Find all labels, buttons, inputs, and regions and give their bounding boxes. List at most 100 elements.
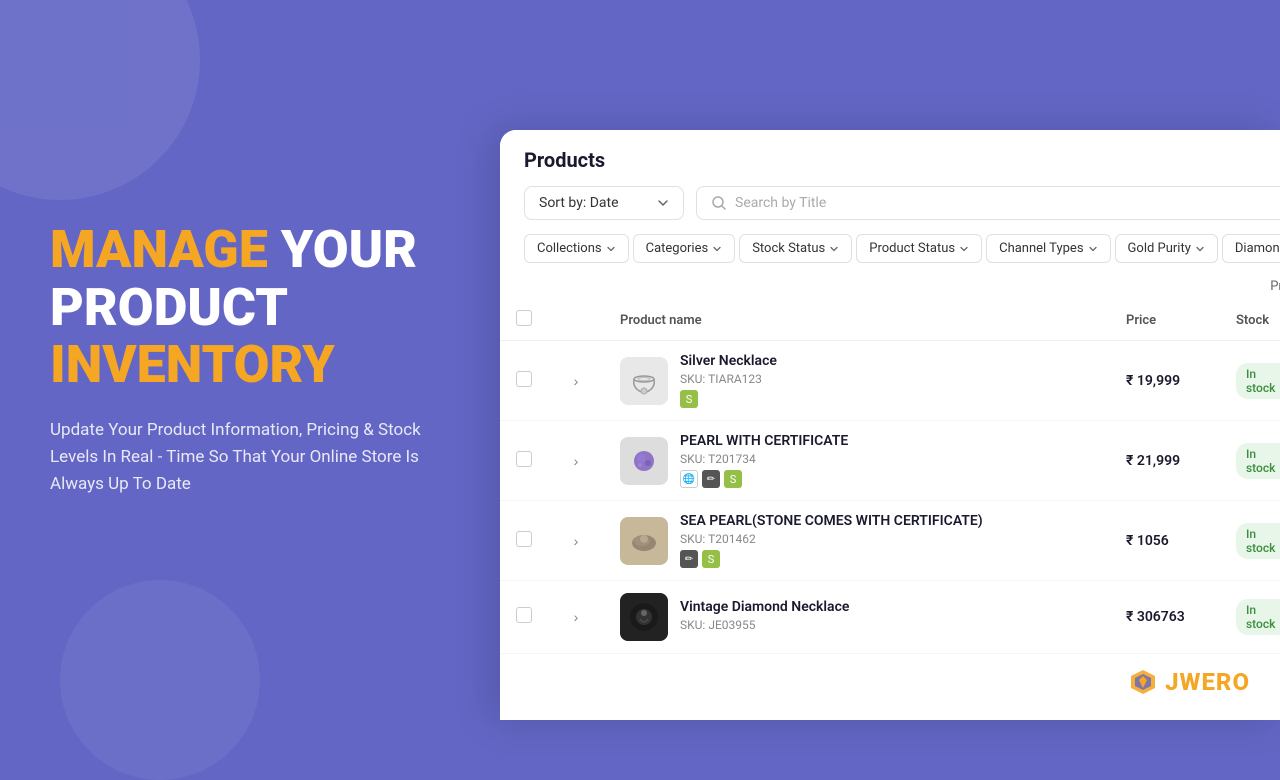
channel-types-label: Channel Types — [999, 241, 1083, 256]
stock-chevron-icon — [829, 244, 839, 254]
row2-globe-badge: 🌐 — [680, 470, 698, 488]
row3-product-info: SEA PEARL(STONE COMES WITH CERTIFICATE) … — [620, 513, 1094, 568]
jwero-j: J — [1165, 668, 1179, 696]
row3-sku: SKU: T201462 — [680, 532, 983, 546]
row1-stock-cell: In stock — [1220, 341, 1280, 421]
search-box[interactable]: Search by Title — [696, 186, 1280, 220]
per-page-row: Products per page — [500, 273, 1280, 300]
sort-label: Sort by: Date — [539, 195, 619, 211]
channel-types-filter[interactable]: Channel Types — [986, 234, 1110, 263]
gold-purity-filter[interactable]: Gold Purity — [1115, 234, 1218, 263]
panel-scroll-area[interactable]: Products Sort by: Date — [500, 130, 1280, 720]
row4-checkbox-cell[interactable] — [500, 581, 548, 654]
row1-checkbox-cell[interactable] — [500, 341, 548, 421]
sort-chevron-icon — [657, 197, 669, 209]
row1-price: ₹ 19,999 — [1126, 373, 1180, 389]
header-product-name: Product name — [604, 300, 1110, 341]
row2-product-cell: PEARL WITH CERTIFICATE SKU: T201734 🌐 ✏ … — [604, 421, 1110, 501]
row3-badges: ✏ S — [680, 550, 983, 568]
header-stock: Stock — [1220, 300, 1280, 341]
stock-status-filter[interactable]: Stock Status — [739, 234, 852, 263]
product-status-label: Product Status — [869, 241, 955, 256]
row2-checkbox[interactable] — [516, 451, 532, 467]
row2-product-details: PEARL WITH CERTIFICATE SKU: T201734 🌐 ✏ … — [680, 433, 848, 488]
categories-label: Categories — [646, 241, 709, 256]
header-price: Price — [1110, 300, 1220, 341]
row3-checkbox[interactable] — [516, 531, 532, 547]
row1-product-info: Silver Necklace SKU: TIARA123 S — [620, 353, 1094, 408]
diamond-purity-filter[interactable]: Diamond Purity — [1222, 234, 1280, 263]
row3-stock-cell: In stock — [1220, 501, 1280, 581]
row3-checkbox-cell[interactable] — [500, 501, 548, 581]
table-row: › — [500, 501, 1280, 581]
hero-manage: MANAGE — [50, 219, 268, 280]
hero-your: YOUR — [268, 219, 417, 280]
row4-expand-cell[interactable]: › — [548, 581, 604, 654]
row4-checkbox[interactable] — [516, 607, 532, 623]
row3-price-cell: ₹ 1056 — [1110, 501, 1220, 581]
categories-chevron-icon — [712, 244, 722, 254]
row3-thumbnail — [620, 517, 668, 565]
table-body: › — [500, 341, 1280, 654]
row2-thumbnail — [620, 437, 668, 485]
row2-sku: SKU: T201734 — [680, 452, 848, 466]
row2-product-name: PEARL WITH CERTIFICATE — [680, 433, 848, 449]
hero-inventory: INVENTORY — [50, 334, 335, 395]
jwero-logo-icon — [1129, 668, 1157, 696]
row3-shopify-badge: S — [702, 550, 720, 568]
row2-product-info: PEARL WITH CERTIFICATE SKU: T201734 🌐 ✏ … — [620, 433, 1094, 488]
product-status-chevron-icon — [959, 244, 969, 254]
row4-product-cell: Vintage Diamond Necklace SKU: JE03955 — [604, 581, 1110, 654]
row2-shopify-badge: S — [724, 470, 742, 488]
panel-title: Products — [524, 148, 1280, 172]
row2-badges: 🌐 ✏ S — [680, 470, 848, 488]
row4-product-info: Vintage Diamond Necklace SKU: JE03955 — [620, 593, 1094, 641]
row2-expand-button[interactable]: › — [564, 449, 588, 473]
row1-badges: S — [680, 390, 777, 408]
row1-expand-cell[interactable]: › — [548, 341, 604, 421]
products-table[interactable]: Product name Price Stock Purity — [500, 300, 1280, 720]
row4-stock-status: In stock — [1236, 599, 1280, 635]
header-checkbox[interactable] — [500, 300, 548, 341]
gold-chevron-icon — [1195, 244, 1205, 254]
channel-chevron-icon — [1088, 244, 1098, 254]
row4-sku: SKU: JE03955 — [680, 618, 849, 632]
row3-product-cell: SEA PEARL(STONE COMES WITH CERTIFICATE) … — [604, 501, 1110, 581]
table-row: › — [500, 341, 1280, 421]
row3-stock-status: In stock — [1236, 523, 1280, 559]
row1-stock-status: In stock — [1236, 363, 1280, 399]
sort-dropdown[interactable]: Sort by: Date — [524, 186, 684, 220]
row2-stock-cell: In stock — [1220, 421, 1280, 501]
row1-shopify-badge: S — [680, 390, 698, 408]
row3-expand-button[interactable]: › — [564, 529, 588, 553]
search-placeholder: Search by Title — [735, 195, 826, 211]
select-all-checkbox[interactable] — [516, 310, 532, 326]
row2-expand-cell[interactable]: › — [548, 421, 604, 501]
search-icon — [711, 195, 727, 211]
hero-product: PRODUCT — [50, 277, 288, 338]
product-name-label: Product name — [620, 313, 702, 328]
row2-checkbox-cell[interactable] — [500, 421, 548, 501]
products-panel: Products Sort by: Date — [500, 130, 1280, 720]
row1-product-cell: Silver Necklace SKU: TIARA123 S — [604, 341, 1110, 421]
panel-header: Products Sort by: Date — [500, 130, 1280, 273]
row3-expand-cell[interactable]: › — [548, 501, 604, 581]
collections-filter[interactable]: Collections — [524, 234, 629, 263]
row1-expand-button[interactable]: › — [564, 369, 588, 393]
row4-stock-cell: In stock — [1220, 581, 1280, 654]
stock-status-label: Stock Status — [752, 241, 825, 256]
row4-expand-button[interactable]: › — [564, 605, 588, 629]
row1-checkbox[interactable] — [516, 371, 532, 387]
jwero-text: JWERO — [1165, 668, 1250, 696]
categories-filter[interactable]: Categories — [633, 234, 736, 263]
panel-content: Products Sort by: Date — [500, 130, 1280, 720]
row2-pen-badge: ✏ — [702, 470, 720, 488]
product-status-filter[interactable]: Product Status — [856, 234, 982, 263]
hero-section: MANAGE YOUR PRODUCT INVENTORY Update You… — [0, 0, 500, 720]
header-expand — [548, 300, 604, 341]
row4-product-name: Vintage Diamond Necklace — [680, 599, 849, 615]
gold-purity-label: Gold Purity — [1128, 241, 1191, 256]
hero-subtitle: Update Your Product Information, Pricing… — [50, 417, 450, 499]
row1-sku: SKU: TIARA123 — [680, 372, 777, 386]
jwero-logo: JWERO — [1129, 668, 1250, 696]
